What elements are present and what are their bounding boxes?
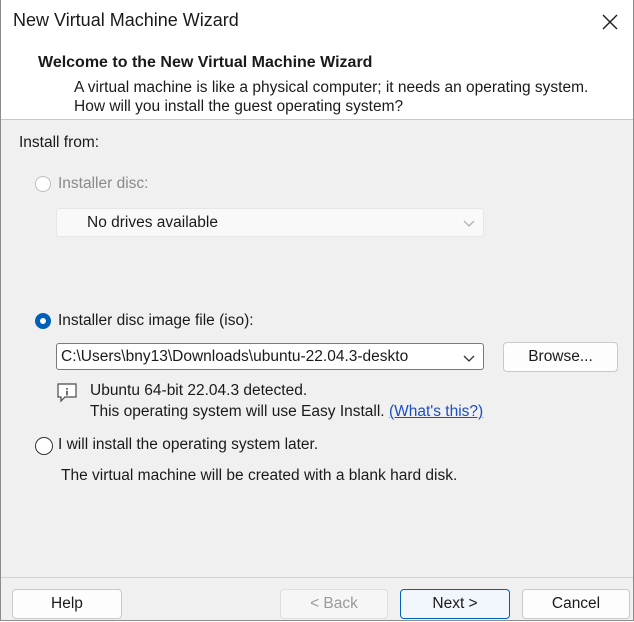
iso-path-combobox[interactable]: C:\Users\bny13\Downloads\ubuntu-22.04.3-… <box>56 343 484 370</box>
install-later-label: I will install the operating system late… <box>58 436 319 453</box>
disc-drive-value: No drives available <box>87 214 218 231</box>
help-button[interactable]: Help <box>12 589 122 619</box>
installer-disc-radio[interactable] <box>35 176 51 192</box>
install-later-radio[interactable] <box>35 437 53 455</box>
easy-install-text: This operating system will use Easy Inst… <box>90 403 483 421</box>
installer-disc-label: Installer disc: <box>58 175 149 192</box>
chevron-down-icon <box>463 355 475 362</box>
easy-install-message: This operating system will use Easy Inst… <box>90 403 385 420</box>
close-button[interactable] <box>587 0 633 44</box>
chevron-down-icon <box>463 220 475 227</box>
installer-iso-label: Installer disc image file (iso): <box>58 312 254 329</box>
install-options: Install from: Installer disc: No drives … <box>1 120 633 578</box>
title-bar: New Virtual Machine Wizard <box>1 0 633 44</box>
back-button[interactable]: < Back <box>280 589 388 619</box>
header-title: Welcome to the New Virtual Machine Wizar… <box>38 54 373 71</box>
wizard-window: New Virtual Machine Wizard Welcome to th… <box>0 0 634 621</box>
iso-path-value: C:\Users\bny13\Downloads\ubuntu-22.04.3-… <box>61 348 409 365</box>
close-icon <box>602 14 618 30</box>
disc-drive-dropdown[interactable]: No drives available <box>56 208 484 237</box>
whats-this-link[interactable]: (What's this?) <box>389 403 483 420</box>
next-button[interactable]: Next > <box>400 589 510 619</box>
installer-iso-radio[interactable] <box>35 313 51 329</box>
blank-disk-note: The virtual machine will be created with… <box>61 467 458 484</box>
detected-os-text: Ubuntu 64-bit 22.04.3 detected. <box>90 382 308 399</box>
install-from-label: Install from: <box>19 134 100 151</box>
info-comment-icon <box>57 383 77 403</box>
cancel-button[interactable]: Cancel <box>522 589 630 619</box>
window-title: New Virtual Machine Wizard <box>13 10 239 30</box>
footer-divider <box>1 577 633 578</box>
browse-button[interactable]: Browse... <box>503 342 618 372</box>
wizard-header: Welcome to the New Virtual Machine Wizar… <box>1 44 633 120</box>
header-description: A virtual machine is like a physical com… <box>74 79 589 115</box>
